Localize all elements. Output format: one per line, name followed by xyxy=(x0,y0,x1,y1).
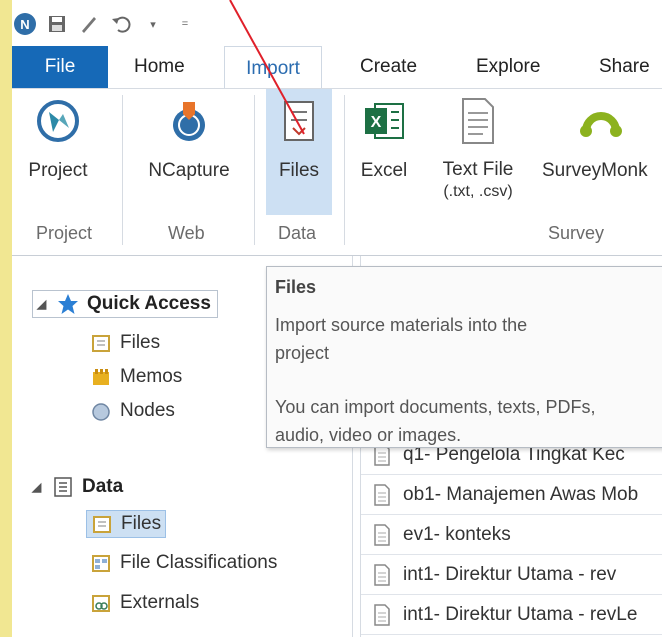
quick-access-files[interactable]: Files xyxy=(90,332,160,354)
text-file-label-line1: Text File xyxy=(442,159,514,180)
list-item[interactable]: ev1- konteks xyxy=(361,516,662,555)
customize-icon[interactable]: = xyxy=(174,13,196,35)
data-folder-icon xyxy=(52,476,74,498)
tooltip-line: project xyxy=(275,343,330,363)
memos-icon xyxy=(90,366,112,388)
document-icon xyxy=(371,524,393,546)
list-item[interactable]: int1- Direktur Utama - revLe xyxy=(361,596,662,635)
ncapture-label: NCapture xyxy=(148,160,230,181)
project-label: Project xyxy=(28,160,88,181)
file-name: ev1- konteks xyxy=(403,524,511,545)
document-icon xyxy=(371,564,393,586)
ribbon-import: Project NCapture Files X Excel Text File… xyxy=(12,88,662,256)
externals-icon xyxy=(90,592,112,614)
tab-explore[interactable]: Explore xyxy=(476,46,540,88)
collapse-arrow-icon[interactable]: ◢ xyxy=(37,297,49,311)
surveymonkey-icon xyxy=(577,97,625,145)
file-classifications-icon xyxy=(90,552,112,574)
tooltip-line: Import source materials into the xyxy=(275,315,528,335)
ribbon-separator xyxy=(254,95,255,245)
app-icon[interactable]: N xyxy=(14,13,36,35)
excel-button[interactable]: X Excel xyxy=(354,89,414,183)
quick-access-nodes-label: Nodes xyxy=(120,400,175,421)
data-externals[interactable]: Externals xyxy=(90,592,199,614)
text-file-label-line2: (.txt, .csv) xyxy=(443,183,513,200)
svg-text:X: X xyxy=(371,114,382,131)
quick-access-files-label: Files xyxy=(120,332,161,353)
files-icon xyxy=(90,332,112,354)
files-import-icon xyxy=(275,97,323,145)
quick-access-toolbar: N ▾ = xyxy=(12,6,662,42)
tab-home[interactable]: Home xyxy=(134,46,185,88)
star-icon xyxy=(57,293,79,315)
list-item[interactable]: int1- Direktur Utama - rev xyxy=(361,556,662,595)
tooltip-title: Files xyxy=(275,277,317,297)
tab-share[interactable]: Share xyxy=(599,46,650,88)
undo-icon[interactable] xyxy=(110,13,132,35)
data-label: Data xyxy=(82,476,124,497)
data-file-classifications-label: File Classifications xyxy=(120,552,278,573)
tab-import[interactable]: Import xyxy=(224,46,322,90)
group-label-survey: Survey xyxy=(548,223,605,243)
files-button[interactable]: Files xyxy=(266,89,332,215)
text-file-label: Text File (.txt, .csv) xyxy=(443,159,514,203)
ncapture-icon xyxy=(165,97,213,145)
nodes-icon xyxy=(90,400,112,422)
document-icon xyxy=(371,604,393,626)
text-file-button[interactable]: Text File (.txt, .csv) xyxy=(430,89,526,203)
data-files[interactable]: Files xyxy=(86,510,167,538)
quick-access-header[interactable]: ◢ Quick Access xyxy=(32,290,218,318)
data-externals-label: Externals xyxy=(120,592,200,613)
data-header[interactable]: ◢ Data xyxy=(32,476,123,498)
ribbon-separator xyxy=(344,95,345,245)
dropdown-icon[interactable]: ▾ xyxy=(142,13,164,35)
surveymonkey-button[interactable]: SurveyMonk xyxy=(540,89,662,183)
excel-label: Excel xyxy=(360,160,408,181)
tab-create[interactable]: Create xyxy=(360,46,417,88)
application-window: N ▾ = File Home Import Create Explore Sh… xyxy=(12,0,662,637)
tooltip-line: audio, video or images. xyxy=(275,425,462,445)
quick-access-label: Quick Access xyxy=(87,293,211,314)
document-icon xyxy=(371,484,393,506)
quick-access-memos-label: Memos xyxy=(120,366,183,387)
ribbon-tabs: File Home Import Create Explore Share xyxy=(12,46,662,90)
text-file-icon xyxy=(454,97,502,145)
group-label-web: Web xyxy=(168,223,205,243)
quick-access-memos[interactable]: Memos xyxy=(90,366,182,388)
file-name: int1- Direktur Utama - revLe xyxy=(403,604,638,625)
save-icon[interactable] xyxy=(46,13,68,35)
data-file-classifications[interactable]: File Classifications xyxy=(90,552,277,574)
project-button[interactable]: Project xyxy=(18,89,98,183)
data-files-label: Files xyxy=(121,513,162,534)
excel-icon: X xyxy=(360,97,408,145)
ncapture-button[interactable]: NCapture xyxy=(134,89,244,183)
files-tooltip: Files Import source materials into the p… xyxy=(266,266,662,448)
group-label-data: Data xyxy=(278,223,317,243)
file-name: ob1- Manajemen Awas Mob xyxy=(403,484,639,505)
file-name: int1- Direktur Utama - rev xyxy=(403,564,617,585)
list-item[interactable]: ob1- Manajemen Awas Mob xyxy=(361,476,662,515)
surveymonkey-label: SurveyMonk xyxy=(542,160,648,181)
files-icon xyxy=(91,513,113,535)
tooltip-line: You can import documents, texts, PDFs, xyxy=(275,397,596,417)
collapse-arrow-icon[interactable]: ◢ xyxy=(32,480,44,494)
quick-access-nodes[interactable]: Nodes xyxy=(90,400,175,422)
group-label-project: Project xyxy=(36,223,93,243)
ribbon-separator xyxy=(122,95,123,245)
project-icon xyxy=(34,97,82,145)
tab-file[interactable]: File xyxy=(12,46,108,88)
files-label: Files xyxy=(278,160,320,181)
edit-icon[interactable] xyxy=(78,13,100,35)
